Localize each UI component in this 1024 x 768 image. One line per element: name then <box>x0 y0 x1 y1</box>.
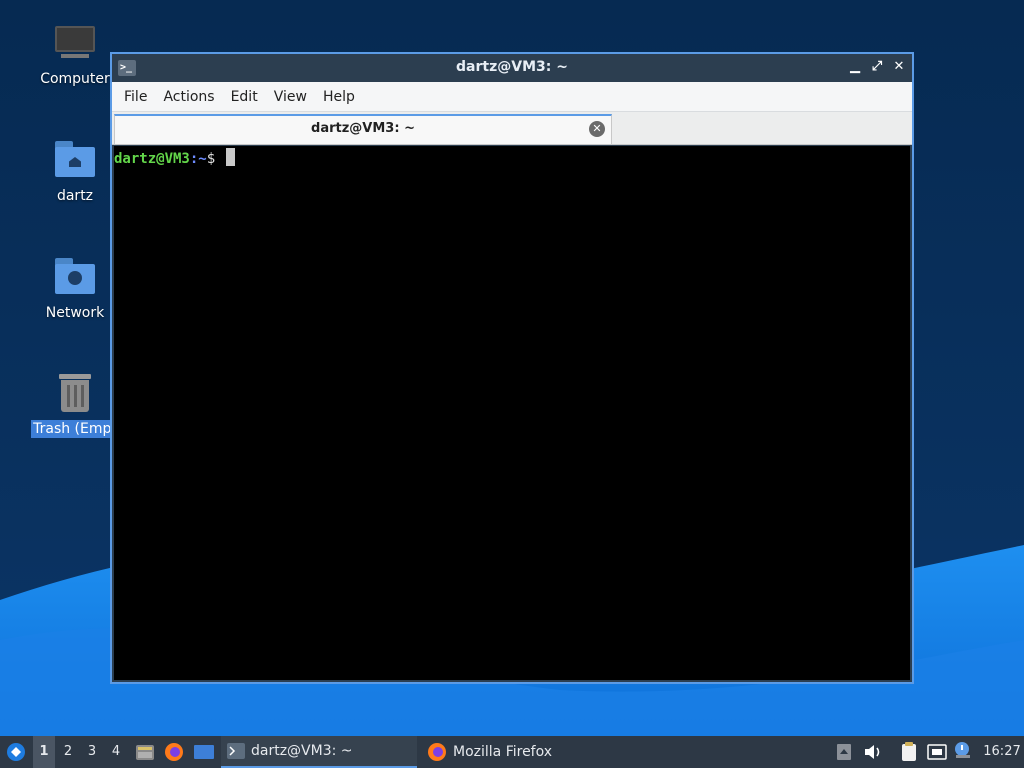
task-label: Mozilla Firefox <box>453 744 553 760</box>
tab-bar: dartz@VM3: ~ ✕ <box>112 112 912 145</box>
workspace-4[interactable]: 4 <box>105 736 127 768</box>
minimize-button[interactable]: ▁ <box>846 58 864 76</box>
network-folder-icon <box>53 256 97 300</box>
lubuntu-logo-icon <box>7 743 25 761</box>
prompt-user: dartz@VM3 <box>114 151 190 167</box>
desktop-icon-label: dartz <box>56 188 94 204</box>
taskbar: 1 2 3 4 dartz@VM3: ~ Mozilla Firefox 16:… <box>0 736 1024 768</box>
text-cursor <box>225 148 235 166</box>
desktop-icon-label: Trash (Empt <box>31 420 119 438</box>
notification-icon <box>955 742 970 758</box>
tray-arrow[interactable] <box>834 736 854 768</box>
tab-terminal[interactable]: dartz@VM3: ~ ✕ <box>114 114 612 144</box>
up-arrow-icon <box>837 744 851 760</box>
network-applet[interactable] <box>925 736 949 768</box>
update-notifier[interactable] <box>952 736 974 768</box>
home-folder-icon <box>53 139 97 183</box>
window-titlebar[interactable]: >_ dartz@VM3: ~ ▁ ⤢ ✕ <box>112 54 912 82</box>
terminal-icon <box>227 743 245 759</box>
shell-prompt: dartz@VM3:~$ <box>114 148 910 169</box>
close-button[interactable]: ✕ <box>890 58 908 76</box>
prompt-path: ~ <box>198 151 207 167</box>
menu-actions[interactable]: Actions <box>155 85 222 109</box>
menu-edit[interactable]: Edit <box>223 85 266 109</box>
clipboard-icon <box>902 742 916 761</box>
menu-bar: File Actions Edit View Help <box>112 82 912 112</box>
clipboard-applet[interactable] <box>898 736 920 768</box>
task-firefox[interactable]: Mozilla Firefox <box>421 736 617 768</box>
clock[interactable]: 16:27 <box>982 736 1022 768</box>
volume-icon <box>865 745 880 759</box>
task-terminal[interactable]: dartz@VM3: ~ <box>221 736 417 768</box>
tab-close-icon[interactable]: ✕ <box>589 121 605 137</box>
show-desktop-button[interactable] <box>192 736 216 768</box>
terminal-window: >_ dartz@VM3: ~ ▁ ⤢ ✕ File Actions Edit … <box>110 52 914 684</box>
task-label: dartz@VM3: ~ <box>251 743 353 759</box>
maximize-button[interactable]: ⤢ <box>868 58 886 76</box>
firefox-icon <box>428 743 446 761</box>
file-manager-launcher[interactable] <box>134 736 156 768</box>
desktop-icon <box>194 745 214 759</box>
network-icon <box>927 744 947 760</box>
workspace-1[interactable]: 1 <box>33 736 55 768</box>
tab-title: dartz@VM3: ~ <box>311 121 415 136</box>
desktop-icon-label: Computer <box>40 71 110 87</box>
prompt-symbol: $ <box>206 151 216 167</box>
start-menu-button[interactable] <box>4 736 28 768</box>
volume-control[interactable] <box>862 736 884 768</box>
terminal-output[interactable]: dartz@VM3:~$ <box>114 146 910 680</box>
computer-icon <box>53 22 97 66</box>
file-manager-icon <box>136 745 154 760</box>
trash-icon <box>53 372 97 416</box>
workspace-3[interactable]: 3 <box>81 736 103 768</box>
menu-view[interactable]: View <box>266 85 315 109</box>
menu-help[interactable]: Help <box>315 85 363 109</box>
firefox-launcher[interactable] <box>163 736 185 768</box>
firefox-icon <box>165 743 183 761</box>
desktop-icon-label: Network <box>45 305 105 321</box>
menu-file[interactable]: File <box>116 85 155 109</box>
window-title: dartz@VM3: ~ <box>456 59 568 75</box>
workspace-2[interactable]: 2 <box>57 736 79 768</box>
